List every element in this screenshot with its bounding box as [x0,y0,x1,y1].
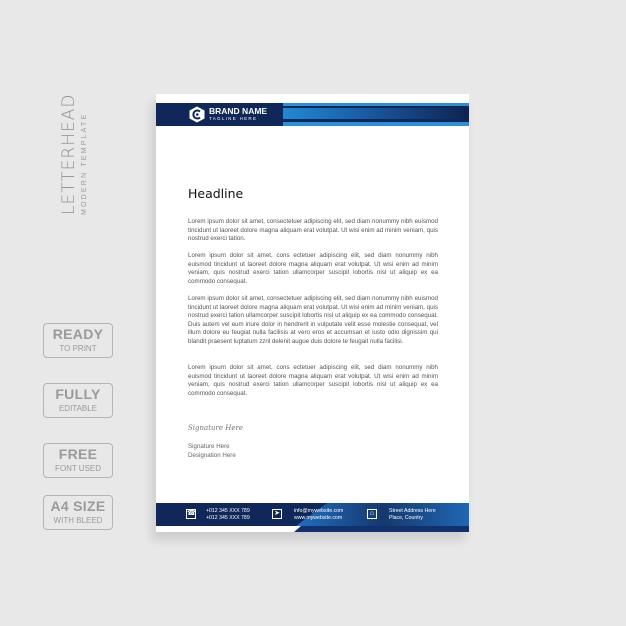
address-line-1: Street Address Here [389,508,436,514]
badge-free-font: FREE FONT USED [43,443,113,478]
badge-a4-size: A4 SIZE WITH BLEED [43,495,113,530]
body-paragraph: Lorem ipsum dolor sit amet, consectetuer… [188,295,438,345]
footer-web: info@mywebsite.com www.mywebsite.com [294,508,343,522]
designation: Designation Here [188,452,236,459]
badge-subtitle: TO PRINT [59,344,97,353]
letterhead-page: BRAND NAME TAGLINE HERE Headline Lorem i… [156,94,469,532]
badge-subtitle: FONT USED [54,464,102,473]
brand-logo-icon [189,106,205,123]
brand-name: BRAND NAME [209,106,268,116]
header-stripe-top [283,103,469,106]
header-stripe-bottom [283,122,469,126]
body-paragraph: Lorem ipsum dolor sit amet, cons ectetue… [188,252,438,285]
badge-subtitle: WITH BLEED [53,516,103,525]
email: info@mywebsite.com [294,508,344,514]
badge-title: READY [52,326,104,342]
header-stripe [283,108,469,119]
cursor-icon: ➤ [272,509,282,519]
letterhead-title: LETTERHEAD [59,93,79,215]
badge-ready-to-print: READY TO PRINT [43,323,113,358]
footer-address: Street Address Here Place, Country [389,508,436,522]
signature-block: Signature Here Designation Here [188,442,236,460]
phone-2: +012 345 XXX 789 [206,515,250,521]
brand-tagline: TAGLINE HERE [209,116,258,121]
footer-phones: +012 345 XXX 789 +012 345 XXX 789 [206,508,250,522]
phone-1: +012 345 XXX 789 [206,508,250,514]
badge-subtitle: EDITABLE [58,404,98,413]
website: www.mywebsite.com [294,515,343,521]
badge-title: FULLY [55,386,101,402]
home-icon: ⌂ [367,509,377,519]
address-line-2: Place, Country [389,515,424,521]
headline: Headline [188,186,244,201]
phone-icon: ☎ [186,509,196,519]
body-paragraph: Lorem ipsum dolor sit amet, consectetuer… [188,218,438,242]
modern-template-subtitle: MODERN TEMPLATE [81,112,88,215]
letterhead-footer: ☎ +012 345 XXX 789 +012 345 XXX 789 ➤ in… [156,503,469,526]
brand-block: BRAND NAME TAGLINE HERE [209,106,267,122]
signature-script: Signature Here [188,424,243,432]
badge-title: A4 SIZE [50,498,106,514]
footer-bottom-band [156,526,469,532]
footer-slant [294,526,469,532]
badge-fully-editable: FULLY EDITABLE [43,383,113,418]
body-paragraph: Lorem ipsum dolor sit amet, cons ectetue… [188,364,438,397]
badge-title: FREE [58,446,98,462]
signature-name: Signature Here [188,443,230,450]
letterhead-header: BRAND NAME TAGLINE HERE [156,103,469,126]
side-title: LETTERHEAD MODERN TEMPLATE [59,93,90,215]
